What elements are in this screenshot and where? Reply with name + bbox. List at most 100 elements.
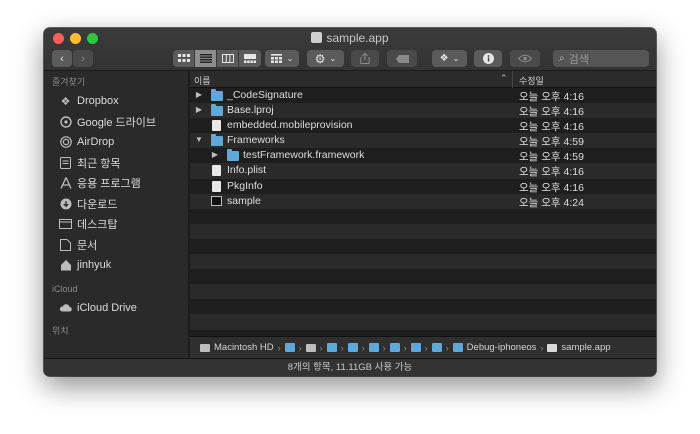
empty-row <box>190 269 656 284</box>
path-separator-icon: › <box>340 342 344 353</box>
dropbox-icon: ❖ <box>439 53 449 64</box>
folder-icon <box>211 104 223 117</box>
empty-row <box>190 254 656 270</box>
forward-button[interactable]: › <box>73 50 93 67</box>
file-list: 이름 ⌃ 수정일 ▶ _CodeSignature 오늘 오후 4:16 ▶ Base.… <box>190 71 656 358</box>
disclosure-collapsed-icon[interactable]: ▶ <box>194 90 204 99</box>
path-separator-icon: › <box>361 342 365 353</box>
empty-row <box>190 223 656 239</box>
file-row[interactable]: ▼ Frameworks 오늘 오후 4:59 <box>190 133 656 149</box>
file-row[interactable]: Info.plist 오늘 오후 4:16 <box>190 163 656 179</box>
desktop-icon <box>59 218 72 231</box>
path-separator-icon: › <box>403 342 407 353</box>
folder-icon[interactable] <box>326 343 337 352</box>
sidebar-item-dropbox[interactable]: ❖ Dropbox <box>44 91 188 112</box>
path-separator-icon: › <box>424 342 428 353</box>
folder-icon <box>211 89 223 101</box>
path-item-parent[interactable]: Debug-iphoneos <box>467 342 537 353</box>
folder-icon[interactable] <box>284 343 295 352</box>
group-by-button[interactable]: ⌄ <box>265 50 299 67</box>
sidebar-item-desktop[interactable]: 데스크탑 <box>44 214 188 235</box>
path-separator-icon: › <box>319 342 323 353</box>
folder-icon[interactable] <box>368 343 379 352</box>
path-separator-icon: › <box>382 342 386 353</box>
column-header-name[interactable]: 이름 <box>194 74 211 87</box>
downloads-icon <box>59 197 72 210</box>
share-button[interactable] <box>351 50 379 67</box>
gallery-view-icon <box>244 54 256 63</box>
back-button[interactable]: ‹ <box>52 50 72 67</box>
sidebar-item-airdrop[interactable]: AirDrop <box>44 132 188 153</box>
search-placeholder: 검색 <box>568 53 589 66</box>
file-row[interactable]: ▶ testFramework.framework 오늘 오후 4:59 <box>190 148 656 163</box>
folder-icon[interactable] <box>389 343 400 352</box>
file-name: embedded.mobileprovision <box>227 119 353 132</box>
path-bar-items: Macintosh HD › › › › › › › › › Debug-iphoneos ›… <box>190 336 656 358</box>
file-row[interactable]: PkgInfo 오늘 오후 4:16 <box>190 179 656 194</box>
sidebar-item-documents[interactable]: 문서 <box>44 235 188 256</box>
gear-icon: ⚙ <box>314 51 326 66</box>
tag-icon <box>395 54 409 63</box>
icon-view-button[interactable] <box>173 50 195 67</box>
file-row[interactable]: sample 오늘 오후 4:24 <box>190 193 656 209</box>
home-icon[interactable] <box>305 343 316 352</box>
file-row[interactable]: ▶ Base.lproj 오늘 오후 4:16 <box>190 103 656 119</box>
sidebar-item-label: 데스크탑 <box>77 219 118 232</box>
folder-icon[interactable] <box>431 343 442 352</box>
sidebar-item-icloud-drive[interactable]: iCloud Drive <box>44 298 188 319</box>
list-view-icon <box>199 54 212 63</box>
sidebar-item-home[interactable]: jinhyuk <box>44 255 188 276</box>
file-date-modified: 오늘 오후 4:24 <box>519 196 584 209</box>
path-item-root[interactable]: Macintosh HD <box>214 342 274 353</box>
disclosure-expanded-icon[interactable]: ▼ <box>194 135 204 144</box>
column-header-date-modified[interactable]: 수정일 <box>519 74 544 87</box>
path-separator-icon: › <box>277 342 281 353</box>
column-view-icon <box>221 54 234 63</box>
search-field[interactable]: ⌕ 검색 <box>553 50 649 67</box>
icon-view-icon <box>177 54 190 62</box>
column-divider[interactable] <box>512 71 513 88</box>
get-info-button[interactable] <box>474 50 502 67</box>
sidebar-item-label: AirDrop <box>77 136 115 149</box>
empty-row <box>190 314 656 330</box>
path-separator-icon: › <box>540 342 544 353</box>
dropbox-menu-button[interactable]: ❖ ⌄ <box>432 50 467 67</box>
folder-icon <box>227 149 239 162</box>
sidebar-item-downloads[interactable]: 다운로드 <box>44 194 188 215</box>
file-row[interactable]: embedded.mobileprovision 오늘 오후 4:16 <box>190 118 656 133</box>
file-row[interactable]: ▶ _CodeSignature 오늘 오후 4:16 <box>190 88 656 103</box>
eye-icon <box>518 54 532 63</box>
sidebar-item-recents[interactable]: 최근 항목 <box>44 153 188 174</box>
list-view-button[interactable] <box>195 50 217 67</box>
disclosure-collapsed-icon[interactable]: ▶ <box>194 105 204 114</box>
path-separator-icon: › <box>298 342 302 353</box>
gallery-view-button[interactable] <box>239 50 261 67</box>
disclosure-collapsed-icon[interactable]: ▶ <box>210 150 220 159</box>
icloud-icon <box>59 301 72 314</box>
documents-icon <box>59 238 72 251</box>
path-item-current[interactable]: sample.app <box>561 342 610 353</box>
sort-ascending-icon: ⌃ <box>500 73 508 83</box>
action-menu-button[interactable]: ⚙ ⌄ <box>307 50 344 67</box>
path-separator-icon: › <box>445 342 449 353</box>
file-date-modified: 오늘 오후 4:16 <box>519 181 584 194</box>
share-icon <box>360 53 370 64</box>
sidebar-item-label: iCloud Drive <box>77 301 137 314</box>
sidebar-item-label: Dropbox <box>77 95 119 108</box>
sidebar-header-favorites: 즐겨찾기 <box>52 77 86 87</box>
folder-icon[interactable] <box>410 343 421 352</box>
quick-look-button[interactable] <box>510 50 540 67</box>
edit-tags-button[interactable] <box>387 50 417 67</box>
window-title-text: sample.app <box>326 31 389 45</box>
folder-icon[interactable] <box>347 343 358 352</box>
column-view-button[interactable] <box>217 50 239 67</box>
sidebar-item-google-drive[interactable]: Google 드라이브 <box>44 112 188 133</box>
hard-drive-icon <box>200 343 210 352</box>
empty-row <box>190 284 656 300</box>
sidebar-item-label: Google 드라이브 <box>77 116 157 129</box>
file-date-modified: 오늘 오후 4:16 <box>519 121 584 134</box>
sidebar-header-icloud: iCloud <box>52 283 78 294</box>
sidebar-item-label: jinhyuk <box>77 259 112 272</box>
sidebar-item-applications[interactable]: 응용 프로그램 <box>44 173 188 194</box>
empty-row <box>190 239 656 254</box>
